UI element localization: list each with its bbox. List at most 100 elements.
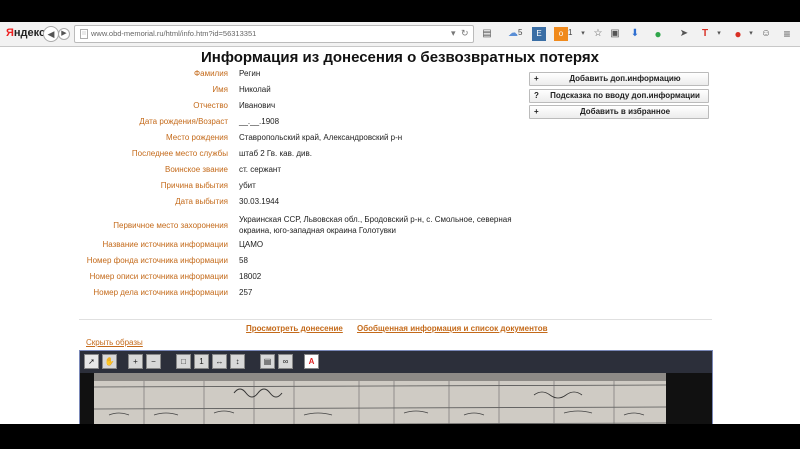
field-row: Номер фонда источника информации 58 [0,255,540,269]
view-report-link[interactable]: Просмотреть донесение [246,324,343,333]
reload-icon[interactable]: ↻ [461,28,469,39]
archive-document-image [94,373,666,424]
input-hint-button[interactable]: ? Подсказка по вводу доп.информации [529,89,709,103]
pdf-icon[interactable]: A [304,354,319,369]
send-icon[interactable]: ➤ [677,27,691,41]
star-icon[interactable]: ☆ [591,27,605,41]
search-engine-icon[interactable]: ▤ [480,27,494,41]
clipboard-icon[interactable]: ▣ [608,27,622,41]
document-viewer: ➚ ✋ + − □ 1 ↔ ↕ ▤ ∞ A [79,350,713,424]
grammarly-icon[interactable]: ● [651,27,665,41]
plus-icon: + [534,74,539,83]
adblock-icon[interactable]: ● [731,27,745,41]
field-label: Последнее место службы [131,149,228,158]
extension-icon[interactable]: Е [532,27,546,41]
field-value: 30.03.1944 [239,197,280,206]
download-icon[interactable]: ⬇ [628,27,642,41]
field-row: Воинское звание ст. сержант [0,164,540,178]
field-value: Ставропольский край, Александровский р-н [239,133,403,142]
field-value: Иванович [239,101,276,110]
zoom-out-icon[interactable]: − [146,354,161,369]
add-info-label: Добавить доп.информацию [569,74,681,83]
fit-page-icon[interactable]: □ [176,354,191,369]
field-value: Николай [239,85,271,94]
fit-width-icon[interactable]: ↔ [212,354,227,369]
browser-toolbar: Яндекс ◀ ▶ www.obd-memorial.ru/html/info… [0,22,800,47]
field-row: Дата выбытия 30.03.1944 [0,196,540,210]
field-label: Номер дела источника информации [93,288,228,297]
field-row: Отчество Иванович [0,100,540,114]
field-row: Причина выбытия убит [0,180,540,194]
chevron-down-icon[interactable]: ▾ [744,27,758,41]
link-icon[interactable]: ∞ [278,354,293,369]
print-icon[interactable]: ▤ [260,354,275,369]
field-label: Номер фонда источника информации [86,256,228,265]
chevron-down-icon[interactable]: ▾ [576,27,590,41]
field-row: Первичное место захоронения Украинская С… [0,214,540,238]
menu-icon[interactable]: ≡ [780,27,794,41]
hand-icon[interactable]: ✋ [102,354,117,369]
field-row: Фамилия Регин [0,68,540,82]
field-value: 257 [239,288,253,297]
question-icon: ? [534,91,539,100]
odnoklassniki-icon[interactable]: о [554,27,568,41]
field-label: Дата рождения/Возраст [139,117,228,126]
field-row: Последнее место службы штаб 2 Гв. кав. д… [0,148,540,162]
field-row: Номер дела источника информации 257 [0,287,540,301]
yandex-logo[interactable]: Яндекс [6,27,45,39]
chevron-down-icon[interactable]: ▾ [712,27,726,41]
input-hint-label: Подсказка по вводу доп.информации [550,91,700,100]
field-value: убит [239,181,256,190]
browser-window: Яндекс ◀ ▶ www.obd-memorial.ru/html/info… [0,22,800,424]
field-label: Отчество [193,101,228,110]
field-label: Воинское звание [165,165,228,174]
pointer-icon[interactable]: ➚ [84,354,99,369]
add-favorite-button[interactable]: + Добавить в избранное [529,105,709,119]
summary-link[interactable]: Обобщенная информация и список документо… [357,324,548,333]
field-value: ст. сержант [239,165,282,174]
field-value: штаб 2 Гв. кав. див. [239,149,312,158]
actual-size-icon[interactable]: 1 [194,354,209,369]
field-label: Место рождения [166,133,228,142]
divider [79,319,712,320]
field-label: Дата выбытия [175,197,228,206]
field-value: 58 [239,256,248,265]
yandex-logo-rest: ндекс [13,27,46,39]
forward-icon[interactable]: ▶ [58,28,70,40]
field-label: Номер описи источника информации [89,272,228,281]
field-value: Регин [239,69,261,78]
field-label: Причина выбытия [160,181,228,190]
ok-count: 1 [568,28,573,37]
chat-icon[interactable]: ☺ [759,27,773,41]
dropdown-icon[interactable]: ▾ [451,28,456,39]
field-value: 18002 [239,272,262,281]
hide-images-link[interactable]: Скрыть образы [86,338,143,347]
url-text[interactable]: www.obd-memorial.ru/html/info.htm?id=563… [91,29,256,38]
field-value: ЦАМО [239,240,264,249]
document-image-area[interactable] [80,373,712,424]
translate-icon[interactable]: T [698,27,712,41]
add-favorite-label: Добавить в избранное [579,107,671,116]
field-value: Украинская ССР, Львовская обл., Бродовск… [239,215,512,235]
field-label: Название источника информации [102,240,228,249]
field-value: __.__.1908 [239,117,280,126]
field-label: Имя [212,85,228,94]
yandex-logo-letter: Я [6,27,14,39]
back-icon[interactable]: ◀ [43,26,59,42]
plus-icon: + [534,107,539,116]
screen: Яндекс ◀ ▶ www.obd-memorial.ru/html/info… [0,0,800,449]
add-info-button[interactable]: + Добавить доп.информацию [529,72,709,86]
page-title: Информация из донесения о безвозвратных … [200,49,599,66]
viewer-toolbar: ➚ ✋ + − □ 1 ↔ ↕ ▤ ∞ A [80,351,712,373]
page-icon [80,29,88,39]
field-row: Номер описи источника информации 18002 [0,271,540,285]
cloud-count: 5 [518,28,523,37]
field-row: Место рождения Ставропольский край, Алек… [0,132,540,146]
field-row: Имя Николай [0,84,540,98]
field-row: Дата рождения/Возраст __.__.1908 [0,116,540,130]
address-bar[interactable]: www.obd-memorial.ru/html/info.htm?id=563… [74,25,474,43]
fit-height-icon[interactable]: ↕ [230,354,245,369]
field-label: Фамилия [194,69,228,78]
field-row: Название источника информации ЦАМО [0,239,540,253]
zoom-in-icon[interactable]: + [128,354,143,369]
